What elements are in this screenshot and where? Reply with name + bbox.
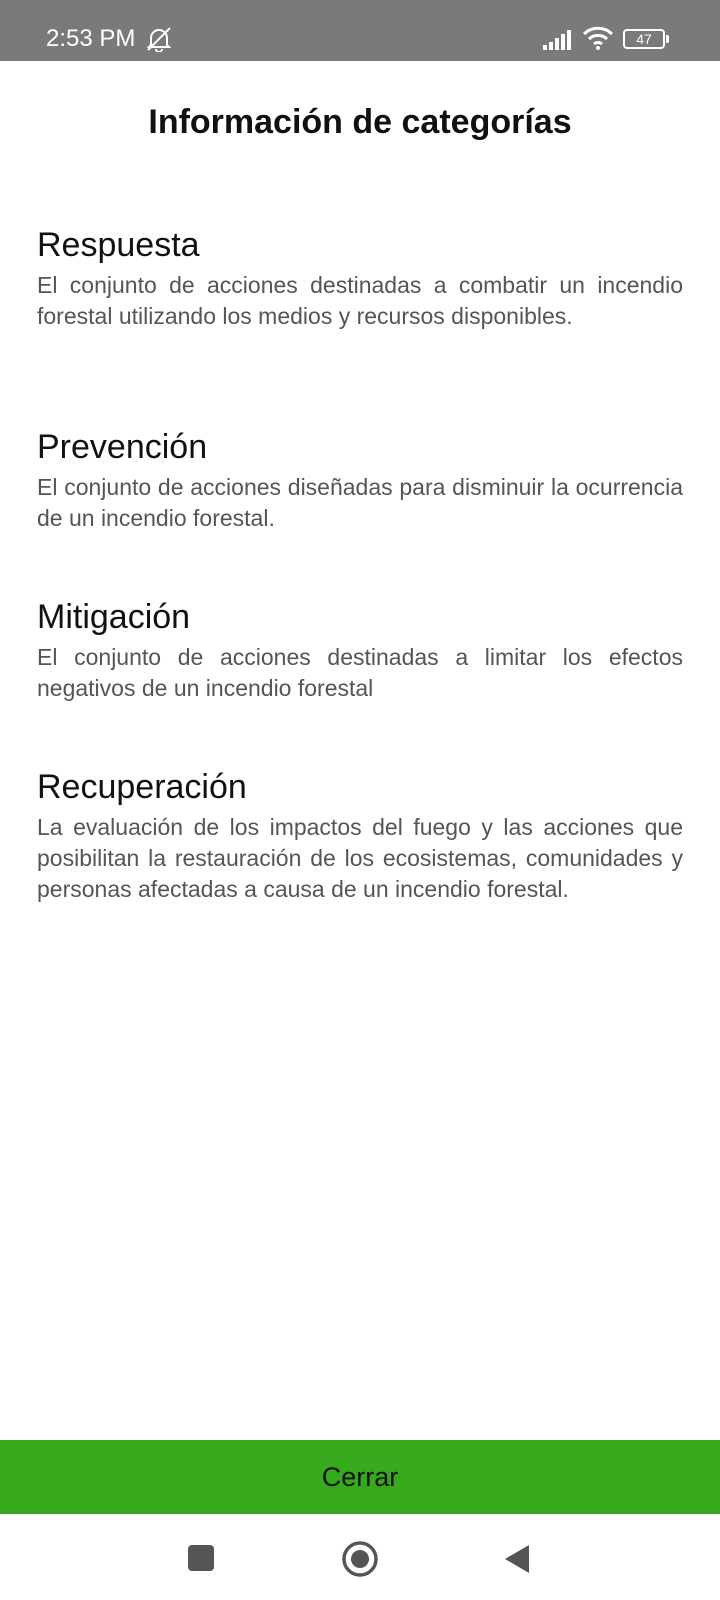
navigation-bar xyxy=(0,1514,720,1600)
page-title: Información de categorías xyxy=(148,103,572,141)
category-title: Recuperación xyxy=(37,768,247,806)
category-mitigacion: Mitigación El conjunto de acciones desti… xyxy=(37,596,683,704)
category-recuperacion: Recuperación La evaluación de los impact… xyxy=(37,766,683,905)
status-time: 2:53 PM xyxy=(46,25,136,52)
category-description: El conjunto de acciones destinadas a lim… xyxy=(37,644,683,701)
category-description: La evaluación de los impactos del fuego … xyxy=(37,814,683,902)
battery-level: 47 xyxy=(636,31,652,47)
battery-icon: 47 xyxy=(623,29,669,51)
category-prevencion: Prevención El conjunto de acciones diseñ… xyxy=(37,426,683,534)
category-description: El conjunto de acciones destinadas a com… xyxy=(37,272,683,329)
recent-apps-icon[interactable] xyxy=(187,1544,215,1572)
mute-icon xyxy=(145,26,173,53)
category-title: Mitigación xyxy=(37,598,191,636)
category-description: El conjunto de acciones diseñadas para d… xyxy=(37,474,683,531)
screen: 2:53 PM 47 Información de categorías Res… xyxy=(0,0,720,1600)
signal-icon xyxy=(543,30,575,50)
home-icon[interactable] xyxy=(341,1540,379,1578)
battery-tip xyxy=(666,35,669,43)
status-bar: 2:53 PM 47 xyxy=(0,0,720,61)
back-icon[interactable] xyxy=(503,1543,531,1575)
category-title: Prevención xyxy=(37,428,208,466)
wifi-icon xyxy=(582,26,614,50)
close-button[interactable]: Cerrar xyxy=(0,1440,720,1514)
category-respuesta: Respuesta El conjunto de acciones destin… xyxy=(37,224,683,332)
category-title: Respuesta xyxy=(37,226,200,264)
